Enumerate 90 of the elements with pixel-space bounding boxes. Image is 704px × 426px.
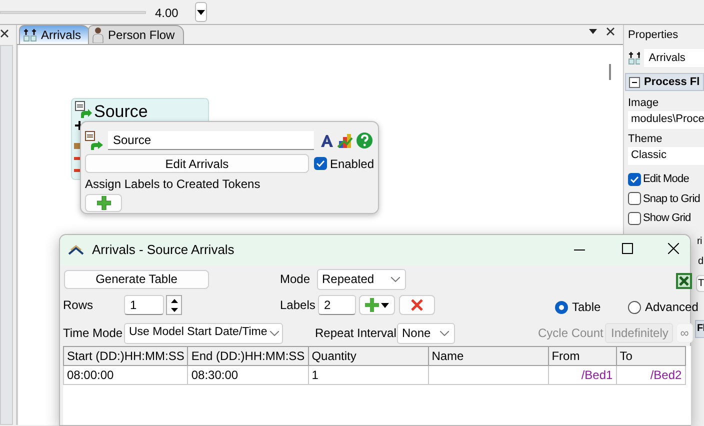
column-header[interactable]: From <box>548 346 616 366</box>
calendar-arrow-icon <box>75 101 93 119</box>
radio-button[interactable] <box>628 300 641 314</box>
scrollbar-thumb[interactable] <box>609 64 611 80</box>
help-icon[interactable] <box>356 132 373 149</box>
column-header[interactable]: Name <box>428 346 548 366</box>
check-icon <box>630 176 639 183</box>
field-label: Labels <box>280 297 316 314</box>
image-field[interactable]: modules\Proce <box>628 110 704 129</box>
field-label: Time Mode <box>63 325 123 342</box>
column-header[interactable]: End (DD:)HH:MM:SS <box>188 346 308 366</box>
labels-field[interactable]: 2 <box>318 295 356 315</box>
chevron-icon <box>270 330 279 336</box>
field-label: Repeat Interval <box>315 325 396 342</box>
plus-icon <box>96 196 110 210</box>
caret-icon[interactable] <box>589 29 597 34</box>
collapse-icon[interactable] <box>629 76 640 88</box>
object-field[interactable]: Arrivals <box>644 49 704 67</box>
section-title: Process Fl <box>644 74 700 90</box>
panel-title: Properties <box>628 28 680 43</box>
radio-label: Advanced <box>645 299 698 316</box>
time-mode-dropdown[interactable]: Use Model Start Date/Time <box>124 322 283 344</box>
checkbox-label: Snap to Grid <box>643 192 700 206</box>
checkbox[interactable] <box>628 212 641 225</box>
field-label: Image <box>628 96 660 111</box>
down-arrow-icon[interactable] <box>170 308 178 312</box>
field-label: ri <box>697 235 702 248</box>
edit-arrivals-button[interactable]: Edit Arrivals <box>85 154 309 173</box>
up-arrow-icon[interactable] <box>170 298 178 302</box>
field-label: Mode <box>280 271 310 288</box>
check-icon <box>316 160 325 167</box>
table-cell: 08:30:00 <box>191 368 238 382</box>
add-dropdown-button[interactable] <box>359 295 395 315</box>
close-icon[interactable] <box>606 27 615 36</box>
document-tab[interactable]: Arrivals <box>19 25 90 44</box>
rows-field[interactable]: 1 <box>124 295 164 315</box>
chevron-icon <box>440 330 449 336</box>
add-button[interactable] <box>85 194 122 212</box>
field-label: Theme <box>628 132 664 147</box>
maximize-icon[interactable] <box>622 243 633 254</box>
checkbox[interactable] <box>628 192 641 206</box>
checkbox-label: Edit Mode <box>643 172 689 187</box>
radio-label: Table <box>572 299 601 316</box>
generate-table-button[interactable]: Generate Table <box>64 270 209 288</box>
x-icon <box>411 299 423 311</box>
document-tab[interactable]: Person Flow <box>88 25 184 44</box>
column-header[interactable]: Quantity <box>308 346 428 366</box>
table-cell: /Bed1 <box>581 368 613 382</box>
column-header[interactable]: To <box>616 346 686 366</box>
radio-button[interactable] <box>555 300 568 314</box>
slider-track[interactable] <box>0 11 146 14</box>
dropdown-button[interactable] <box>195 2 207 22</box>
close-icon[interactable] <box>668 243 679 254</box>
field-label: d <box>698 255 704 268</box>
field-label: Rows <box>63 297 94 314</box>
section-header[interactable]: Process Fl <box>625 73 704 91</box>
column-header[interactable]: Start (DD:)HH:MM:SS <box>64 346 188 366</box>
minimize-icon[interactable] <box>574 249 585 251</box>
repeat-interval-dropdown[interactable]: None <box>397 322 455 344</box>
plus-icon <box>365 298 379 312</box>
checkbox-label: Show Grid <box>643 211 691 226</box>
person-icon <box>92 27 104 43</box>
mode-dropdown[interactable]: Repeated <box>317 268 406 290</box>
node-title: Source <box>94 101 148 123</box>
table-cell: 1 <box>312 368 318 382</box>
checkbox-label: Enabled <box>330 156 374 172</box>
zoom-value: 4.00 <box>155 5 178 22</box>
window-title: Arrivals - Source Arrivals <box>92 241 234 260</box>
delete-button[interactable] <box>399 295 435 315</box>
flow-icon <box>23 28 37 42</box>
app-icon <box>68 245 84 255</box>
properties-button[interactable]: T <box>696 275 704 292</box>
calendar-arrow-icon <box>85 130 105 150</box>
caret-icon <box>197 10 205 14</box>
table-cell: 08:00:00 <box>67 368 114 382</box>
name-field[interactable]: Source <box>108 131 314 150</box>
section-label: Assign Labels to Created Tokens <box>85 176 262 193</box>
spin-buttons[interactable] <box>166 295 182 315</box>
table-cell: /Bed2 <box>650 368 682 382</box>
checkbox[interactable] <box>628 172 641 186</box>
theme-dropdown[interactable]: Classic <box>628 146 704 165</box>
field-label: Cycle Count <box>538 325 604 342</box>
chevron-icon <box>391 276 400 282</box>
chart-icon[interactable] <box>337 132 353 148</box>
close-icon[interactable] <box>0 29 9 38</box>
checkbox[interactable] <box>314 157 327 170</box>
font-icon[interactable] <box>320 134 334 148</box>
caret-icon <box>381 302 389 308</box>
spreadsheet-icon[interactable] <box>676 273 692 289</box>
flow-icon <box>628 51 640 65</box>
